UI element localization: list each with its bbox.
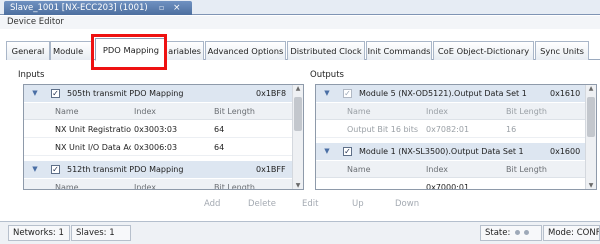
edit-button[interactable]: Edit <box>302 199 318 209</box>
up-button[interactable]: Up <box>352 199 364 209</box>
column-header-name[interactable]: Name <box>55 103 115 120</box>
mode-indicator: Mode: CONFIG <box>543 225 600 241</box>
column-header-row: Name Index Bit Length <box>316 161 586 178</box>
entry-index: 0x7000:01 <box>426 183 470 190</box>
tab-module[interactable]: Module <box>50 41 94 60</box>
column-header-bit-length[interactable]: Bit Length <box>506 103 566 120</box>
column-header-row: Name Index Bit Length <box>24 179 293 189</box>
status-bar: Networks: 1 Slaves: 1 State: Mode: CONFI… <box>0 221 600 244</box>
column-header-row: Name Index Bit Length <box>316 103 586 120</box>
scroll-down-icon[interactable]: ▼ <box>586 182 596 189</box>
scroll-up-icon[interactable]: ▲ <box>586 85 596 92</box>
pdo-group-row[interactable]: ▼ ✓ 512th transmit PDO Mapping 0x1BFF <box>24 161 293 178</box>
pdo-group-row[interactable]: ▼ ✓ Module 5 (NX-OD5121).Output Data Set… <box>316 85 586 102</box>
checkbox-checked[interactable]: ✓ <box>51 165 60 174</box>
entry-name: NX Unit I/O Data Ac <box>55 143 131 152</box>
pdo-group-index: 0x1610 <box>550 89 581 98</box>
inputs-label: Inputs <box>18 70 45 80</box>
delete-button[interactable]: Delete <box>248 199 276 209</box>
tab-init-commands[interactable]: Init Commands <box>366 41 432 60</box>
scroll-down-icon[interactable]: ▼ <box>293 182 303 189</box>
entry-name: Output Bit 16 bits <box>347 125 419 134</box>
entry-index: 0x7082:01 <box>426 125 470 134</box>
pin-icon[interactable]: ▫ <box>159 1 164 15</box>
entry-bit-length: 64 <box>214 125 225 134</box>
state-label: State: <box>485 228 511 238</box>
tab-sync-units[interactable]: Sync Units <box>535 41 589 60</box>
collapse-icon[interactable]: ▼ <box>30 161 40 178</box>
pdo-group-index: 0x1BF8 <box>256 89 287 98</box>
pdo-group-name: Module 1 (NX-SL3500).Output Data Set 1 <box>359 147 524 156</box>
highlight-annotation <box>91 34 167 70</box>
vertical-scrollbar[interactable]: ▲ ▼ <box>292 85 303 189</box>
document-tab-strip: Slave_1001 [NX-ECC203] (1001) ▫ × <box>0 0 600 15</box>
state-indicator: State: <box>480 225 542 241</box>
entry-name: NX Unit Registratio <box>55 125 131 134</box>
add-button[interactable]: Add <box>204 199 220 209</box>
tab-distributed-clock[interactable]: Distributed Clock <box>287 41 365 60</box>
scroll-up-icon[interactable]: ▲ <box>293 85 303 92</box>
outputs-label: Outputs <box>310 70 344 80</box>
state-icon <box>515 230 521 235</box>
column-header-index[interactable]: Index <box>134 179 194 189</box>
column-header-index[interactable]: Index <box>134 103 194 120</box>
close-icon[interactable]: × <box>173 1 181 15</box>
pdo-group-row[interactable]: ▼ ✓ Module 1 (NX-SL3500).Output Data Set… <box>316 143 586 160</box>
slaves-count: Slaves: 1 <box>71 225 131 241</box>
document-tab[interactable]: Slave_1001 [NX-ECC203] (1001) ▫ × <box>4 1 192 15</box>
column-header-bit-length[interactable]: Bit Length <box>214 179 274 189</box>
table-row[interactable]: NX Unit Registratio 0x3003:03 64 <box>24 121 293 138</box>
scrollbar-thumb[interactable] <box>294 97 302 131</box>
column-header-row: Name Index Bit Length <box>24 103 293 120</box>
collapse-icon[interactable]: ▼ <box>30 85 40 102</box>
collapse-icon[interactable]: ▼ <box>322 143 332 160</box>
checkbox-checked[interactable]: ✓ <box>51 89 60 98</box>
pdo-group-row[interactable]: ▼ ✓ 505th transmit PDO Mapping 0x1BF8 <box>24 85 293 102</box>
tab-coe-object-dictionary[interactable]: CoE Object-Dictionary <box>433 41 534 60</box>
column-header-name[interactable]: Name <box>347 103 407 120</box>
column-header-index[interactable]: Index <box>426 103 486 120</box>
column-header-bit-length[interactable]: Bit Length <box>214 103 274 120</box>
vertical-scrollbar[interactable]: ▲ ▼ <box>585 85 596 189</box>
state-icon <box>524 230 530 235</box>
entry-index: 0x3003:03 <box>134 125 178 134</box>
tab-advanced-options[interactable]: Advanced Options <box>205 41 286 60</box>
scrollbar-thumb[interactable] <box>587 97 595 137</box>
editor-title: Device Editor <box>0 16 600 29</box>
entry-bit-length: 16 <box>506 125 517 134</box>
pdo-group-name: 512th transmit PDO Mapping <box>67 165 184 174</box>
checkbox-checked-disabled: ✓ <box>343 89 352 98</box>
pdo-group-name: Module 5 (NX-OD5121).Output Data Set 1 <box>359 89 527 98</box>
networks-count: Networks: 1 <box>8 225 70 241</box>
tab-variables[interactable]: ariables <box>166 41 204 60</box>
entry-bit-length: 64 <box>214 143 225 152</box>
collapse-icon[interactable]: ▼ <box>322 85 332 102</box>
column-header-bit-length[interactable]: Bit Length <box>506 161 566 178</box>
column-header-name[interactable]: Name <box>55 179 115 189</box>
checkbox-checked[interactable]: ✓ <box>343 147 352 156</box>
pdo-group-index: 0x1BFF <box>256 165 286 174</box>
entry-index: 0x3006:03 <box>134 143 178 152</box>
down-button[interactable]: Down <box>395 199 419 209</box>
pdo-group-name: 505th transmit PDO Mapping <box>67 89 184 98</box>
pdo-group-index: 0x1600 <box>550 147 581 156</box>
inputs-grid[interactable]: ▼ ✓ 505th transmit PDO Mapping 0x1BF8 Na… <box>23 84 304 190</box>
column-header-index[interactable]: Index <box>426 161 486 178</box>
tab-general[interactable]: General <box>6 41 50 60</box>
document-tab-title: Slave_1001 [NX-ECC203] (1001) <box>10 3 148 13</box>
table-row[interactable]: NX Unit I/O Data Ac 0x3006:03 64 <box>24 139 293 156</box>
table-row[interactable]: 0x7000:01 <box>316 179 586 190</box>
column-header-name[interactable]: Name <box>347 161 407 178</box>
outputs-grid[interactable]: ▼ ✓ Module 5 (NX-OD5121).Output Data Set… <box>315 84 597 190</box>
table-row[interactable]: Output Bit 16 bits 0x7082:01 16 <box>316 121 586 138</box>
